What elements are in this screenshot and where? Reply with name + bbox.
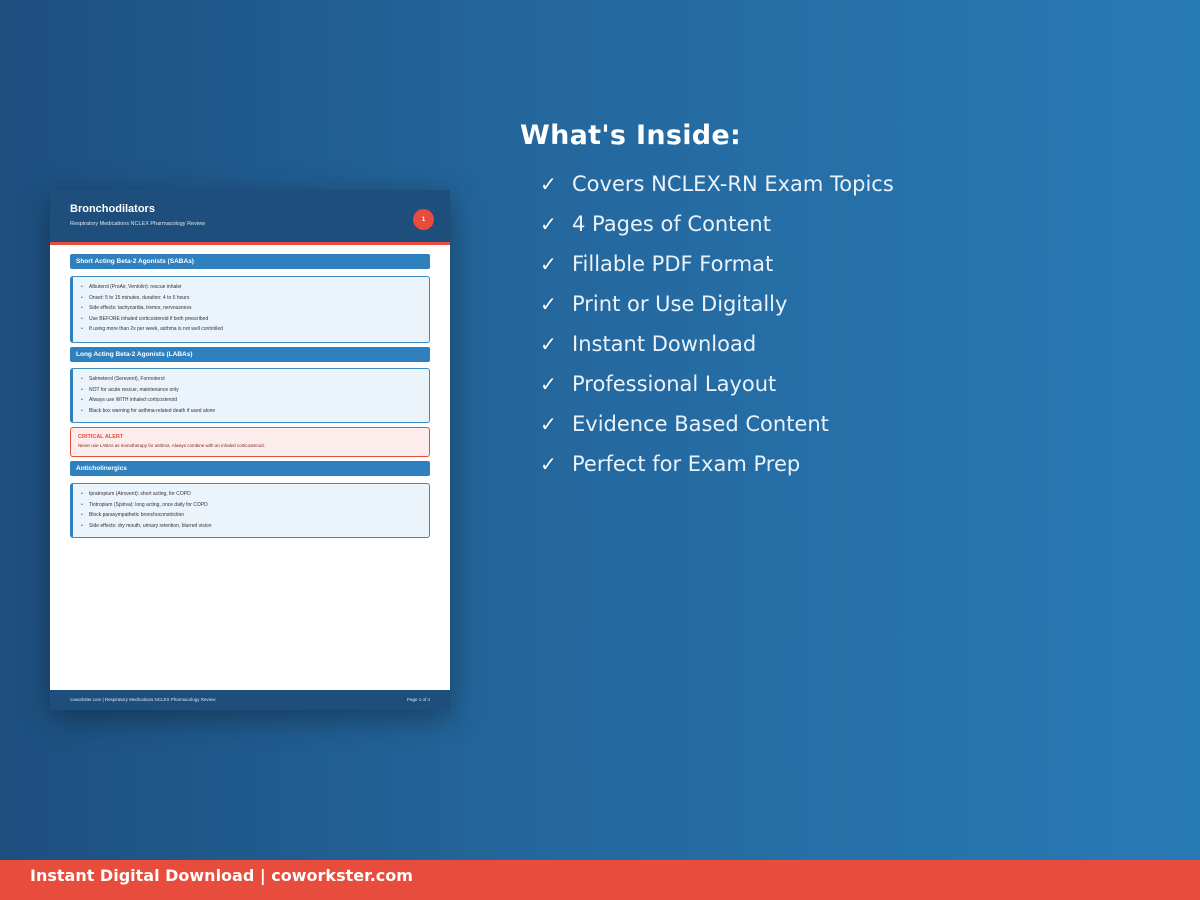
document-header: Bronchodilators Respiratory Medications … <box>50 190 450 245</box>
section-heading-anticholinergics: Anticholinergics <box>70 461 430 476</box>
features-list: ✓ Covers NCLEX-RN Exam Topics ✓ 4 Pages of… <box>540 168 894 488</box>
list-item: Albuterol (ProAir, Ventolin): rescue inh… <box>79 282 429 293</box>
checkmark-icon: ✓ <box>540 412 557 436</box>
feature-label: Evidence Based Content <box>572 412 829 436</box>
list-item: Ipratropium (Atrovent): short acting, fo… <box>79 489 429 500</box>
list-item: Side effects: dry mouth, urinary retenti… <box>79 521 429 532</box>
document-preview: Bronchodilators Respiratory Medications … <box>50 190 450 710</box>
footer-page-number: Page 1 of 4 <box>406 697 430 702</box>
checkmark-icon: ✓ <box>540 372 557 396</box>
footer-source: coworkster.com | Respiratory Medications… <box>70 697 216 702</box>
section-heading-sabas: Short Acting Beta-2 Agonists (SABAs) <box>70 254 430 269</box>
feature-label: 4 Pages of Content <box>572 212 771 236</box>
list-item: NOT for acute rescue, maintenance only <box>79 385 429 396</box>
document-footer: coworkster.com | Respiratory Medications… <box>50 690 450 710</box>
features-title: What's Inside: <box>520 120 742 151</box>
document-subtitle: Respiratory Medications NCLEX Pharmacolo… <box>70 221 206 227</box>
feature-item: ✓ Covers NCLEX-RN Exam Topics <box>540 168 894 208</box>
checkmark-icon: ✓ <box>540 212 557 236</box>
feature-label: Professional Layout <box>572 372 777 396</box>
critical-alert-box: CRITICAL ALERT Never use LABAs as monoth… <box>70 427 430 457</box>
list-item: Salmeterol (Serevent), Formoterol <box>79 374 429 385</box>
feature-item: ✓ Fillable PDF Format <box>540 248 894 288</box>
list-item: Always use WITH inhaled corticosteroid <box>79 395 429 406</box>
feature-item: ✓ Print or Use Digitally <box>540 288 894 328</box>
checkmark-icon: ✓ <box>540 172 557 196</box>
feature-label: Covers NCLEX-RN Exam Topics <box>572 172 894 196</box>
feature-label: Fillable PDF Format <box>572 252 774 276</box>
checkmark-icon: ✓ <box>540 452 557 476</box>
section-box-sabas: Albuterol (ProAir, Ventolin): rescue inh… <box>70 276 430 343</box>
checkmark-icon: ✓ <box>540 252 557 276</box>
feature-item: ✓ Evidence Based Content <box>540 408 894 448</box>
feature-item: ✓ Instant Download <box>540 328 894 368</box>
list-item: If using more than 2x per week, asthma i… <box>79 324 429 335</box>
alert-title: CRITICAL ALERT <box>78 434 124 440</box>
document-title: Bronchodilators <box>70 203 155 215</box>
feature-label: Print or Use Digitally <box>572 292 788 316</box>
list-item: Onset: 5 to 15 minutes, duration: 4 to 6… <box>79 293 429 304</box>
feature-item: ✓ Perfect for Exam Prep <box>540 448 894 488</box>
page-number-badge: 1 <box>413 209 434 230</box>
list-item: Black box warning for asthma-related dea… <box>79 406 429 417</box>
section-heading-labas: Long Acting Beta-2 Agonists (LABAs) <box>70 347 430 362</box>
list-item: Side effects: tachycardia, tremor, nervo… <box>79 303 429 314</box>
section-box-anticholinergics: Ipratropium (Atrovent): short acting, fo… <box>70 483 430 538</box>
bottom-banner: Instant Digital Download | coworkster.co… <box>0 860 1200 900</box>
feature-label: Perfect for Exam Prep <box>572 452 801 476</box>
list-item: Use BEFORE inhaled corticosteroid if bot… <box>79 314 429 325</box>
feature-item: ✓ Professional Layout <box>540 368 894 408</box>
banner-text: Instant Digital Download | coworkster.co… <box>30 866 413 885</box>
alert-text: Never use LABAs as monotherapy for asthm… <box>78 443 265 448</box>
feature-label: Instant Download <box>572 332 757 356</box>
checkmark-icon: ✓ <box>540 292 557 316</box>
list-item: Tiotropium (Spiriva): long acting, once … <box>79 500 429 511</box>
feature-item: ✓ 4 Pages of Content <box>540 208 894 248</box>
checkmark-icon: ✓ <box>540 332 557 356</box>
list-item: Block parasympathetic bronchoconstrictio… <box>79 510 429 521</box>
section-box-labas: Salmeterol (Serevent), Formoterol NOT fo… <box>70 368 430 423</box>
